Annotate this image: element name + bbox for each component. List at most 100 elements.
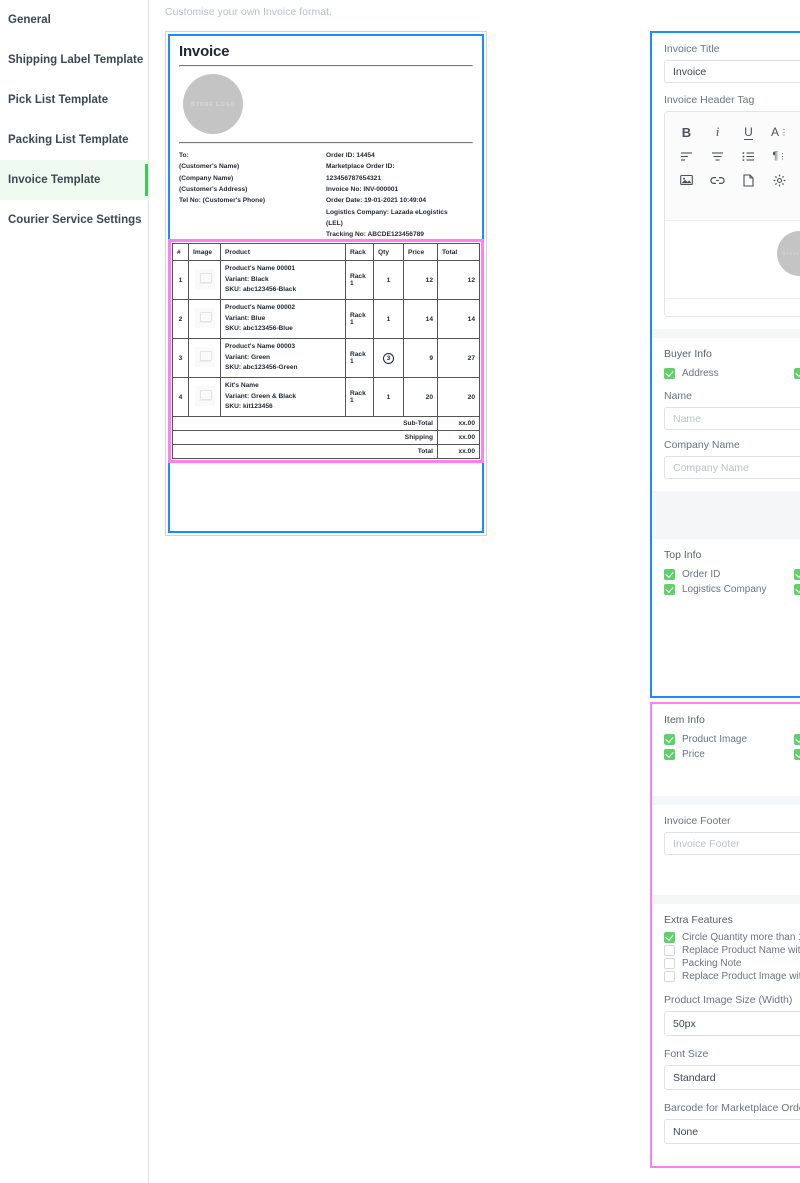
checkbox-address[interactable]: Address	[664, 368, 794, 379]
product-image-size-select[interactable]: 50px	[664, 1011, 800, 1036]
sidebar-item-label: Packing List Template	[8, 134, 129, 146]
table-header-qty: Qty	[373, 243, 404, 261]
checkbox-checked-icon	[664, 734, 675, 745]
sidebar-item-courier-service-settings[interactable]: Courier Service Settings	[0, 200, 148, 240]
product-variant: Variant: Blue	[225, 314, 266, 322]
underline-icon[interactable]: U	[733, 120, 764, 144]
insert-file-icon[interactable]	[733, 168, 764, 192]
checkbox-telephone[interactable]: Telephone	[794, 368, 800, 379]
checkbox-label: Replace Product Image with Sitegiant's I…	[682, 971, 800, 982]
sidebar-item-general[interactable]: General	[0, 0, 148, 40]
circled-quantity: 3	[383, 352, 394, 364]
store-logo: Store Logo	[183, 74, 243, 134]
settings-panel-pink: Item Info Product Image Racks Price Total I…	[650, 702, 800, 1168]
preview-logo-area: Store Logo	[179, 67, 473, 142]
buyer-company-input[interactable]	[664, 456, 800, 479]
sidebar-item-label: Shipping Label Template	[8, 54, 144, 66]
checkbox-product-image[interactable]: Product Image	[664, 734, 794, 745]
paragraph-icon[interactable]: ¶ ⋮	[764, 144, 795, 168]
section-divider-2	[652, 491, 800, 539]
checkbox-checked-icon	[794, 584, 800, 595]
cell-qty: 1	[373, 259, 404, 301]
checkbox-packing-note[interactable]: Packing Note	[664, 958, 800, 969]
align-center-icon[interactable]	[702, 144, 733, 168]
checkbox-marketplace-order-id[interactable]: Marketplace Order ID	[794, 569, 800, 580]
insert-image-icon[interactable]	[671, 168, 702, 192]
section-divider-4	[652, 895, 800, 904]
product-image-size-label: Product Image Size (Width)	[664, 994, 793, 1006]
preview-address-right: Order ID: 14454 Marketplace Order ID: 1234…	[326, 150, 473, 241]
align-left-icon[interactable]	[671, 144, 702, 168]
product-sku: SKU: abc123456-Black	[225, 286, 297, 294]
no-image-placeholder-icon	[194, 308, 215, 329]
cell-price: 9	[403, 338, 438, 379]
sidebar-item-shipping-label-template[interactable]: Shipping Label Template	[0, 40, 148, 80]
insert-more-icon[interactable]: +⋮	[795, 168, 800, 192]
preview-address-line: 123456787654321	[326, 174, 382, 182]
buyer-name-input[interactable]	[664, 407, 800, 430]
editor-content-area[interactable]: Store Logo G	[665, 220, 800, 298]
checkbox-checked-icon	[664, 368, 675, 379]
cell-product: Product's Name 00001 Variant: Black SKU: a…	[220, 259, 346, 301]
checkbox-order-id[interactable]: Order ID	[664, 569, 794, 580]
no-image-placeholder-icon	[194, 269, 215, 289]
sidebar-item-invoice-template[interactable]: Invoice Template	[0, 160, 148, 200]
sidebar-item-pick-list-template[interactable]: Pick List Template	[0, 80, 148, 120]
checkbox-circle-quantity-more-than-1[interactable]: Circle Quantity more than 1	[664, 932, 800, 943]
barcode-label: Barcode for Marketplace Order ID	[664, 1102, 800, 1114]
invoice-preview-card: Invoice Store Logo To: (Customer's Name) (…	[165, 31, 487, 536]
table-summary-row: Sub-Total xx.00	[172, 416, 480, 432]
product-name: Product's Name 00003	[225, 343, 296, 351]
preview-address-line: Order ID: 14454	[326, 152, 375, 159]
item-info-checkbox-group: Product Image Racks Price Total	[664, 732, 800, 762]
buyer-info-checkbox-group: Address Telephone	[664, 366, 800, 381]
checkbox-label: Price	[682, 749, 705, 760]
cell-image	[188, 259, 221, 301]
invoice-title-input[interactable]	[664, 60, 800, 83]
bold-icon[interactable]: B	[671, 120, 702, 144]
checkbox-replace-product-image-with-sitegiant-s-item-image[interactable]: Replace Product Image with Sitegiant's I…	[664, 971, 800, 982]
checkbox-replace-product-name-with-sitegiant-s-item-name[interactable]: Replace Product Name with Sitegiant's It…	[664, 945, 800, 956]
cell-price: 12	[403, 259, 438, 301]
barcode-select[interactable]: None	[664, 1119, 800, 1144]
summary-label: Sub-Total	[172, 416, 438, 432]
checkbox-checked-icon	[794, 569, 800, 580]
gear-icon[interactable]	[764, 168, 795, 192]
table-row: 2 Product's Name 00002 Variant: Blue SKU: a…	[172, 299, 480, 340]
font-color-icon[interactable]: A ⋮	[764, 120, 795, 144]
ordered-list-icon[interactable]	[733, 144, 764, 168]
cell-rack: Rack 1	[345, 377, 374, 418]
no-image-placeholder-icon	[194, 347, 215, 368]
font-size-select[interactable]: Standard	[664, 1065, 800, 1090]
italic-icon[interactable]: i	[702, 120, 733, 144]
cell-rack: Rack 1	[345, 338, 374, 379]
summary-value: xx.00	[437, 416, 480, 432]
section-invoice-footer: Invoice Footer	[652, 805, 800, 895]
table-summary-row: Shipping xx.00	[172, 430, 480, 446]
cell-total: 14	[437, 299, 480, 340]
checkbox-price[interactable]: Price	[664, 749, 794, 760]
extra-features-title: Extra Features	[664, 914, 733, 926]
insert-link-icon[interactable]	[702, 168, 733, 192]
preview-address-block: To: (Customer's Name) (Company Name) (Custo…	[179, 144, 473, 241]
invoice-footer-input[interactable]	[664, 832, 800, 855]
product-variant: Variant: Green	[225, 353, 271, 361]
preview-address-line: Tel No: (Customer's Phone)	[179, 197, 266, 205]
checkbox-tracking-no[interactable]: Tracking No	[794, 584, 800, 595]
sidebar-item-packing-list-template[interactable]: Packing List Template	[0, 120, 148, 160]
checkbox-logistics-company[interactable]: Logistics Company	[664, 584, 794, 595]
checkbox-total[interactable]: Total	[794, 749, 800, 760]
product-variant: Variant: Black	[225, 275, 269, 283]
invoice-items-table: # Image Product Rack Qty Price Total 1 Product'…	[172, 243, 480, 460]
invoice-header-tag-editor[interactable]: B i U A ⋮ ¶ ⋮ Store	[664, 111, 800, 317]
checkbox-label: Circle Quantity more than 1	[682, 932, 800, 943]
checkbox-label: Packing Note	[682, 958, 742, 969]
font-size-label: Font Size	[664, 1048, 709, 1060]
preview-address-line: Logistics Company: Lazada eLogistics	[326, 208, 448, 216]
product-sku: SKU: kit123456	[225, 403, 273, 411]
checkbox-racks[interactable]: Racks	[794, 734, 800, 745]
preview-address-line: Invoice No: INV-000001	[326, 185, 399, 193]
cell-price: 20	[403, 377, 438, 418]
table-header-: #	[172, 243, 189, 261]
buyer-info-title: Buyer Info	[664, 348, 712, 360]
